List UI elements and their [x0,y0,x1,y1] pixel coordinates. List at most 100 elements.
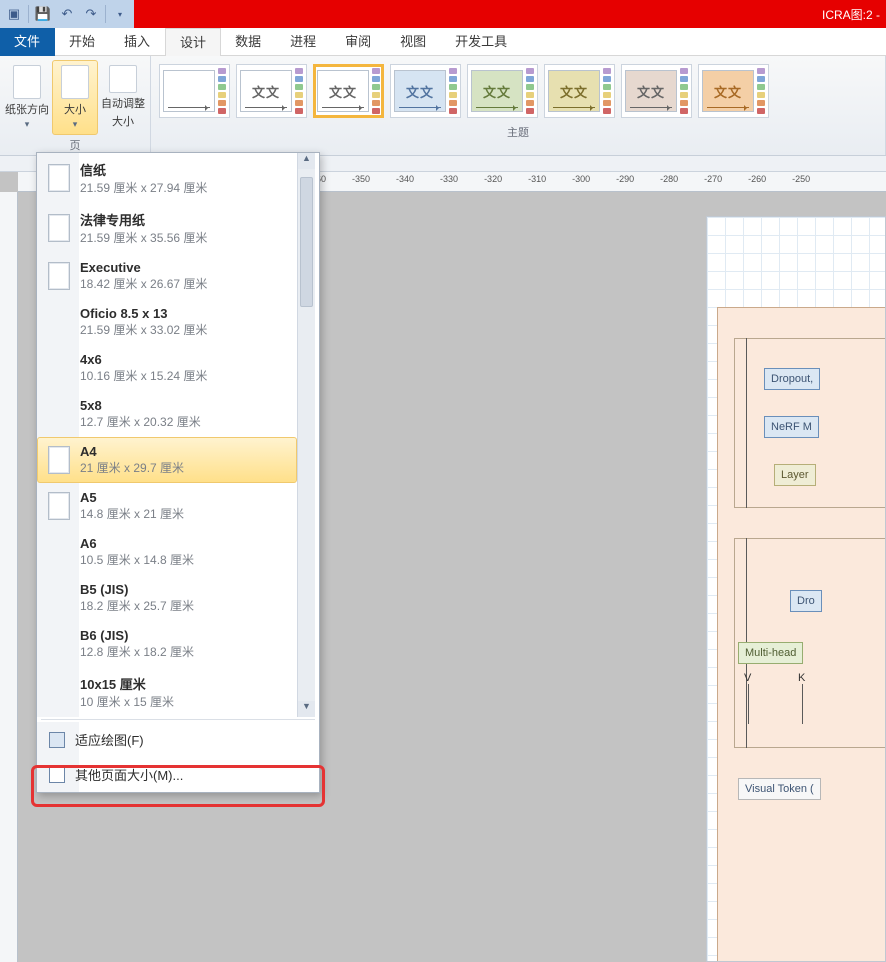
wire-icon [746,338,747,508]
size-dims: 21.59 厘米 x 33.02 厘米 [80,321,207,338]
diagram-box: Visual Token ( [738,778,821,800]
theme-preview-icon: 文文 [240,70,292,112]
size-option[interactable]: 法律专用纸21.59 厘米 x 35.56 厘米 [37,203,297,253]
theme-thumb[interactable]: 文文 [698,64,769,118]
page-icon [48,630,70,658]
theme-thumb[interactable] [159,64,230,118]
fit-icon [49,732,65,748]
size-dims: 10.5 厘米 x 14.8 厘米 [80,551,194,568]
theme-thumb[interactable]: 文文 [467,64,538,118]
orientation-label: 纸张方向 [5,101,49,117]
page-icon [48,400,70,428]
page-icon [48,354,70,382]
orientation-button[interactable]: 纸张方向 ▾ [4,60,50,135]
size-option[interactable]: B5 (JIS)18.2 厘米 x 25.7 厘米 [37,575,297,621]
theme-palette-icon [680,68,688,114]
fit-label: 适应绘图(F) [75,730,144,749]
size-title: A6 [80,536,194,551]
ruler-tick: -290 [616,174,634,184]
theme-thumb-selected[interactable]: 文文 [313,64,384,118]
size-option[interactable]: 信纸21.59 厘米 x 27.94 厘米 [37,153,297,203]
fit-to-drawing-button[interactable]: 适应绘图(F) [37,722,319,757]
ruler-tick: -280 [660,174,678,184]
size-option[interactable]: 10x15 厘米10 厘米 x 15 厘米 [37,667,297,717]
page-icon [61,65,89,99]
tab-home[interactable]: 开始 [55,28,110,56]
size-option[interactable]: Executive18.42 厘米 x 26.67 厘米 [37,253,297,299]
wire-icon [748,684,749,724]
size-title: B6 (JIS) [80,628,194,643]
tab-insert[interactable]: 插入 [110,28,165,56]
ruler-tick: -260 [748,174,766,184]
qat-sep [28,5,29,23]
quick-access-toolbar: ▣ 💾 ↶ ↷ ▾ [0,0,134,28]
page-setup-icon [49,767,65,783]
theme-gallery[interactable]: 文文 文文 文文 文文 文文 文文 [155,60,881,122]
qat-dropdown-icon[interactable]: ▾ [110,4,130,24]
theme-thumb[interactable]: 文文 [621,64,692,118]
size-title: 法律专用纸 [80,210,207,229]
theme-thumb[interactable]: 文文 [390,64,461,118]
size-option[interactable]: A610.5 厘米 x 14.8 厘米 [37,529,297,575]
scrollbar[interactable]: ▲ ▼ [297,153,315,717]
size-option[interactable]: Oficio 8.5 x 1321.59 厘米 x 33.02 厘米 [37,299,297,345]
autosize-icon [109,65,137,93]
app-icon: ▣ [4,4,24,24]
theme-palette-icon [526,68,534,114]
tab-dev[interactable]: 开发工具 [441,28,522,56]
size-dropdown-list[interactable]: 信纸21.59 厘米 x 27.94 厘米法律专用纸21.59 厘米 x 35.… [37,153,297,717]
size-button[interactable]: 大小 ▾ [52,60,98,135]
size-option[interactable]: A514.8 厘米 x 21 厘米 [37,483,297,529]
dropdown-separator [41,719,315,720]
theme-thumb[interactable]: 文文 [236,64,307,118]
tab-design[interactable]: 设计 [165,28,221,56]
wire-icon [802,684,803,724]
size-dims: 10 厘米 x 15 厘米 [80,693,174,710]
page-icon [48,214,70,242]
tab-process[interactable]: 进程 [276,28,331,56]
size-dims: 18.2 厘米 x 25.7 厘米 [80,597,194,614]
group-label-theme: 主题 [155,122,881,142]
undo-icon[interactable]: ↶ [57,4,77,24]
scroll-thumb[interactable] [300,177,313,307]
scroll-down-icon[interactable]: ▼ [298,701,315,717]
size-title: A5 [80,490,184,505]
size-dims: 12.7 厘米 x 20.32 厘米 [80,413,201,430]
diagram-box: Layer [774,464,816,486]
size-dims: 21.59 厘米 x 27.94 厘米 [80,179,207,196]
page-icon [48,678,70,706]
redo-icon[interactable]: ↷ [81,4,101,24]
ruler-tick: -340 [396,174,414,184]
page-icon [48,308,70,336]
size-option[interactable]: 5x812.7 厘米 x 20.32 厘米 [37,391,297,437]
tab-view[interactable]: 视图 [386,28,441,56]
drawing-page[interactable]: Dropout, NeRF M Layer Dro Multi-head V K… [706,216,886,962]
theme-palette-icon [757,68,765,114]
page-icon [13,65,41,99]
size-dims: 10.16 厘米 x 15.24 厘米 [80,367,207,384]
more-label: 其他页面大小(M)... [75,765,183,784]
diagram-panel: Dropout, NeRF M Layer Dro Multi-head V K… [717,307,886,962]
autosize-label1: 自动调整 [101,95,145,111]
theme-thumb[interactable]: 文文 [544,64,615,118]
size-option[interactable]: A421 厘米 x 29.7 厘米 [37,437,297,483]
theme-palette-icon [449,68,457,114]
tab-file[interactable]: 文件 [0,28,55,56]
size-option[interactable]: 4x610.16 厘米 x 15.24 厘米 [37,345,297,391]
size-option[interactable]: B6 (JIS)12.8 厘米 x 18.2 厘米 [37,621,297,667]
window-title: ICRA图:2 - [822,6,886,23]
qat-sep [105,5,106,23]
size-dims: 14.8 厘米 x 21 厘米 [80,505,184,522]
save-icon[interactable]: 💾 [33,4,53,24]
ruler-tick: -270 [704,174,722,184]
theme-palette-icon [372,68,380,114]
more-page-sizes-button[interactable]: 其他页面大小(M)... [37,757,319,792]
size-dims: 18.42 厘米 x 26.67 厘米 [80,275,207,292]
tab-data[interactable]: 数据 [221,28,276,56]
ruler-tick: -330 [440,174,458,184]
ruler-tick: -320 [484,174,502,184]
autosize-button[interactable]: 自动调整 大小 [100,60,146,135]
scroll-up-icon[interactable]: ▲ [298,153,315,169]
tab-review[interactable]: 审阅 [331,28,386,56]
size-label: 大小 [64,101,86,117]
